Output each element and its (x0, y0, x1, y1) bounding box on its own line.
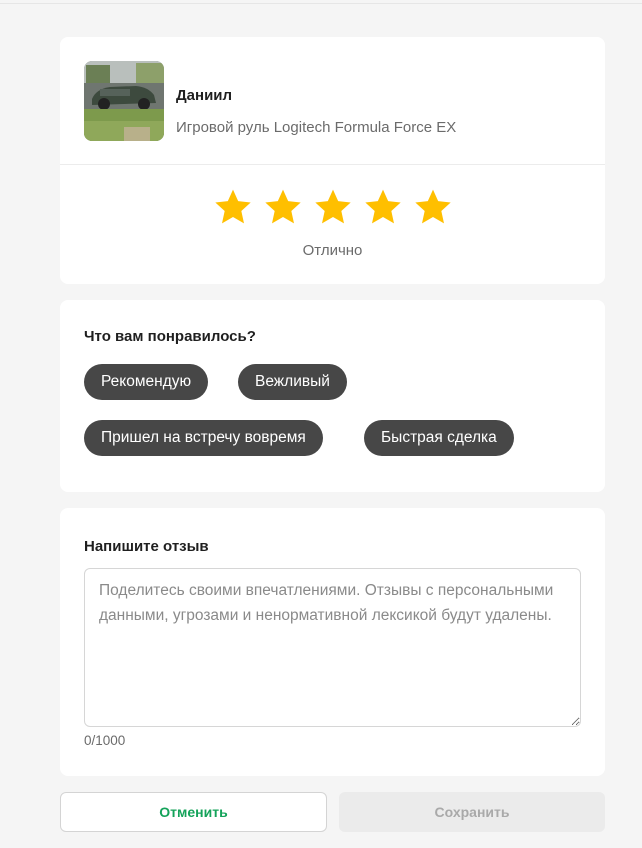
star-rating (213, 187, 453, 229)
star-icon-3[interactable] (313, 187, 353, 227)
tag-on-time[interactable]: Пришел на встречу вовремя (84, 420, 323, 456)
seller-rating-card: Даниил Игровой руль Logitech Formula For… (60, 37, 605, 284)
review-card: Напишите отзыв 0/1000 (60, 508, 605, 776)
tag-recommend[interactable]: Рекомендую (84, 364, 209, 400)
tag-polite[interactable]: Вежливый (238, 364, 347, 400)
rating-label: Отлично (302, 242, 363, 259)
character-counter: 0/1000 (84, 733, 126, 748)
seller-header: Даниил Игровой руль Logitech Formula For… (84, 61, 584, 141)
save-button[interactable]: Сохранить (339, 792, 605, 832)
likes-card: Что вам понравилось? Рекомендую Вежливый… (60, 300, 605, 492)
top-divider (0, 0, 642, 4)
likes-title: Что вам понравилось? (84, 328, 256, 345)
item-title: Игровой руль Logitech Formula Force EX (176, 119, 457, 136)
star-icon-4[interactable] (363, 187, 403, 227)
item-photo (84, 61, 164, 141)
cancel-button[interactable]: Отменить (60, 792, 327, 832)
star-icon-1[interactable] (213, 187, 253, 227)
seller-name: Даниил (176, 87, 233, 104)
card-divider (60, 164, 605, 165)
review-title: Напишите отзыв (84, 538, 209, 555)
tag-fast-deal[interactable]: Быстрая сделка (364, 420, 514, 456)
star-icon-2[interactable] (263, 187, 303, 227)
review-textarea[interactable] (84, 568, 581, 727)
star-icon-5[interactable] (413, 187, 453, 227)
